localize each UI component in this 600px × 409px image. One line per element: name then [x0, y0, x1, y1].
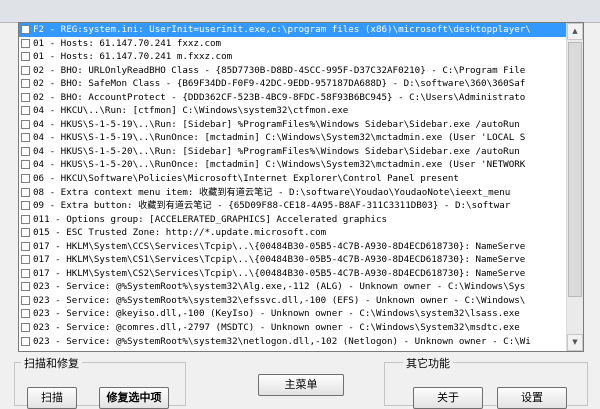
list-item[interactable]: 04 - HKUS\S-1-5-19\..\RunOnce: [mctadmin… [19, 131, 566, 145]
list-item[interactable]: 02 - BHO: SafeMon Class - {B69F34DD-F0F9… [19, 77, 566, 91]
list-item-text: 06 - HKCU\Software\Policies\Microsoft\In… [33, 173, 459, 185]
scrollbar-thumb[interactable] [568, 42, 582, 297]
scan-and-fix-group-title: 扫描和修复 [21, 355, 82, 371]
list-item-text: 04 - HKUS\S-1-5-20\..\Run: [Sidebar] %Pr… [33, 145, 520, 157]
list-item[interactable]: 01 - Hosts: 61.147.70.241 fxxz.com [19, 37, 566, 51]
list-item-text: 09 - Extra button: 收藏到有道云笔记 - {65D09F88-… [33, 200, 511, 212]
item-checkbox[interactable] [21, 146, 30, 156]
item-checkbox[interactable] [21, 295, 30, 305]
main-menu-button[interactable]: 主菜单 [258, 374, 344, 396]
list-item[interactable]: 023 - Service: @%SystemRoot%\system32\Al… [19, 280, 566, 294]
item-checkbox[interactable] [21, 65, 30, 75]
other-functions-group-title: 其它功能 [403, 355, 453, 371]
scan-and-fix-group: 扫描和修复 扫描 修复选中项 [14, 355, 186, 409]
list-item-text: 023 - Service: @%SystemRoot%\system32\Al… [33, 281, 526, 293]
item-checkbox[interactable] [21, 160, 30, 170]
vertical-scrollbar[interactable]: ▲ ▼ [566, 23, 583, 351]
list-item[interactable]: 04 - HKCU\..\Run: [ctfmon] C:\Windows\sy… [19, 104, 566, 118]
list-item-text: 04 - HKUS\S-1-5-19\..\RunOnce: [mctadmin… [33, 132, 526, 144]
item-checkbox[interactable] [21, 309, 30, 319]
list-item[interactable]: 011 - Options group: [ACCELERATED_GRAPHI… [19, 213, 566, 227]
item-checkbox[interactable] [21, 119, 30, 129]
list-item[interactable]: 02 - BHO: AccountProtect - {DDD362CF-523… [19, 91, 566, 105]
about-button[interactable]: 关于 [413, 387, 483, 409]
item-checkbox[interactable] [21, 187, 30, 197]
list-item[interactable]: 04 - HKUS\S-1-5-19\..\Run: [Sidebar] %Pr… [19, 118, 566, 132]
list-item[interactable]: 017 - HKLM\System\CS2\Services\Tcpip\..\… [19, 267, 566, 281]
list-item[interactable]: 017 - HKLM\System\CS1\Services\Tcpip\..\… [19, 253, 566, 267]
item-checkbox[interactable] [21, 201, 30, 211]
item-checkbox[interactable] [21, 323, 30, 333]
item-checkbox[interactable] [21, 92, 30, 102]
list-item[interactable]: 04 - HKUS\S-1-5-20\..\Run: [Sidebar] %Pr… [19, 145, 566, 159]
scroll-up-arrow-icon[interactable]: ▲ [567, 23, 583, 40]
item-checkbox[interactable] [21, 268, 30, 278]
item-checkbox[interactable] [21, 214, 30, 224]
scan-button[interactable]: 扫描 [27, 387, 77, 409]
item-checkbox[interactable] [21, 174, 30, 184]
list-item-text: 04 - HKCU\..\Run: [ctfmon] C:\Windows\sy… [33, 105, 349, 117]
list-item-text: 08 - Extra context menu item: 收藏到有道云笔记 -… [33, 186, 511, 198]
list-item-text: 023 - Service: @%SystemRoot%\system32\ne… [33, 335, 531, 347]
list-item-text: 02 - BHO: SafeMon Class - {B69F34DD-F0F9… [33, 78, 526, 90]
list-item[interactable]: 023 - Service: @comres.dll,-2797 (MSDTC)… [19, 321, 566, 335]
window-top-strip [0, 0, 600, 23]
list-item[interactable]: 017 - HKLM\System\CCS\Services\Tcpip\..\… [19, 240, 566, 254]
item-checkbox[interactable] [21, 25, 30, 34]
item-checkbox[interactable] [21, 79, 30, 89]
list-item-text: 02 - BHO: URLOnlyReadBHO Class - {85D773… [33, 64, 526, 76]
list-item-text: F2 - REG:system.ini: UserInit=userinit.e… [33, 24, 531, 35]
list-item[interactable]: 08 - Extra context menu item: 收藏到有道云笔记 -… [19, 186, 566, 200]
item-checkbox[interactable] [21, 106, 30, 116]
list-item[interactable]: 023 - Service: @%SystemRoot%\system32\ne… [19, 335, 566, 349]
list-item[interactable]: 06 - HKCU\Software\Policies\Microsoft\In… [19, 172, 566, 186]
bottom-controls-area: 扫描和修复 扫描 修复选中项 主菜单 其它功能 关于 设置 [0, 352, 600, 409]
list-item[interactable]: 09 - Extra button: 收藏到有道云笔记 - {65D09F88-… [19, 199, 566, 213]
list-item[interactable]: 01 - Hosts: 61.147.70.241 m.fxxz.com [19, 50, 566, 64]
list-item-text: 02 - BHO: AccountProtect - {DDD362CF-523… [33, 91, 526, 103]
list-item-text: 017 - HKLM\System\CCS\Services\Tcpip\..\… [33, 240, 526, 252]
other-functions-group: 其它功能 关于 设置 [384, 355, 588, 409]
item-checkbox[interactable] [21, 133, 30, 143]
list-item-text: 023 - Service: @keyiso.dll,-100 (KeyIso)… [33, 308, 520, 320]
list-item-text: 011 - Options group: [ACCELERATED_GRAPHI… [33, 213, 388, 225]
list-item-text: 023 - Service: @comres.dll,-2797 (MSDTC)… [33, 322, 520, 334]
list-item-text: 04 - HKUS\S-1-5-19\..\Run: [Sidebar] %Pr… [33, 118, 520, 130]
list-item[interactable]: F2 - REG:system.ini: UserInit=userinit.e… [19, 23, 566, 37]
list-item[interactable]: 015 - ESC Trusted Zone: http://*.update.… [19, 226, 566, 240]
list-item-text: 04 - HKUS\S-1-5-20\..\RunOnce: [mctadmin… [33, 159, 526, 171]
item-checkbox[interactable] [21, 241, 30, 251]
scan-results-listbox[interactable]: F2 - REG:system.ini: UserInit=userinit.e… [18, 22, 584, 352]
item-checkbox[interactable] [21, 38, 30, 48]
list-item[interactable]: 04 - HKUS\S-1-5-20\..\RunOnce: [mctadmin… [19, 158, 566, 172]
item-checkbox[interactable] [21, 52, 30, 62]
settings-button[interactable]: 设置 [497, 387, 567, 409]
list-item[interactable]: 023 - Service: @%SystemRoot%\system32\ef… [19, 294, 566, 308]
item-checkbox[interactable] [21, 282, 30, 292]
item-checkbox[interactable] [21, 255, 30, 265]
list-item-text: 017 - HKLM\System\CS1\Services\Tcpip\..\… [33, 254, 526, 266]
list-item-text: 017 - HKLM\System\CS2\Services\Tcpip\..\… [33, 267, 526, 279]
list-item-text: 01 - Hosts: 61.147.70.241 m.fxxz.com [33, 51, 233, 63]
item-checkbox[interactable] [21, 336, 30, 346]
list-item-text: 01 - Hosts: 61.147.70.241 fxxz.com [33, 37, 222, 49]
scroll-down-arrow-icon[interactable]: ▼ [567, 334, 583, 351]
list-item-text: 015 - ESC Trusted Zone: http://*.update.… [33, 227, 327, 239]
list-item[interactable]: 023 - Service: @keyiso.dll,-100 (KeyIso)… [19, 307, 566, 321]
fix-selected-button[interactable]: 修复选中项 [99, 387, 169, 409]
list-item[interactable]: 02 - BHO: URLOnlyReadBHO Class - {85D773… [19, 64, 566, 78]
scan-results-list: F2 - REG:system.ini: UserInit=userinit.e… [19, 23, 566, 351]
item-checkbox[interactable] [21, 228, 30, 238]
list-item-text: 023 - Service: @%SystemRoot%\system32\ef… [33, 294, 526, 306]
